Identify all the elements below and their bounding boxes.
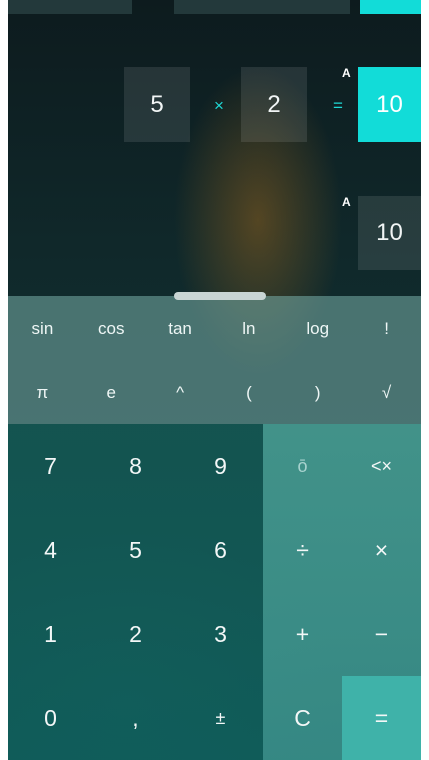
plus-key[interactable]: + [263,592,342,676]
digit-9-key[interactable]: 9 [178,424,263,508]
calculator-screen: 5 × 2 = A 10 A 10 sin cos tan ln log ! π… [8,0,421,760]
pi-key[interactable]: π [8,362,77,424]
current-result[interactable]: 10 [358,196,421,270]
backspace-key[interactable]: <× [342,424,421,508]
sqrt-key[interactable]: √ [352,362,421,424]
plus-minus-key[interactable]: ± [178,676,263,760]
factorial-key[interactable]: ! [352,298,421,360]
open-paren-key[interactable]: ( [214,362,283,424]
history-operator: × [214,96,224,115]
history-result[interactable]: 10 [358,67,421,142]
digit-3-key[interactable]: 3 [178,592,263,676]
history-operand-2[interactable]: 2 [241,67,307,142]
equals-key[interactable]: = [342,676,421,760]
function-panel: sin cos tan ln log ! π e ^ ( ) √ [8,296,421,424]
digit-7-key[interactable]: 7 [8,424,93,508]
digit-5-key[interactable]: 5 [93,508,178,592]
digit-0-key[interactable]: 0 [8,676,93,760]
tan-key[interactable]: tan [146,298,215,360]
e-key[interactable]: e [77,362,146,424]
multiply-key[interactable]: × [342,508,421,592]
operator-pad: ō <× ÷ × + − C = [263,424,421,760]
previous-history-cell [174,0,350,14]
ln-key[interactable]: ln [214,298,283,360]
number-pad: 7 8 9 4 5 6 1 2 3 0 , ± [8,424,263,760]
log-key[interactable]: log [283,298,352,360]
digit-4-key[interactable]: 4 [8,508,93,592]
panel-drag-handle[interactable] [174,292,266,300]
answer-tag: A [342,195,351,209]
previous-result-cell [360,0,421,14]
history-equals: = [333,96,343,115]
power-key[interactable]: ^ [146,362,215,424]
minus-key[interactable]: − [342,592,421,676]
digit-1-key[interactable]: 1 [8,592,93,676]
memory-key[interactable]: ō [263,424,342,508]
history-operand-1[interactable]: 5 [124,67,190,142]
digit-8-key[interactable]: 8 [93,424,178,508]
divide-key[interactable]: ÷ [263,508,342,592]
decimal-comma-key[interactable]: , [93,676,178,760]
keypad: 7 8 9 4 5 6 1 2 3 0 , ± ō <× ÷ × + − C = [8,424,421,760]
digit-2-key[interactable]: 2 [93,592,178,676]
clear-key[interactable]: C [263,676,342,760]
function-row-1: sin cos tan ln log ! [8,298,421,360]
sin-key[interactable]: sin [8,298,77,360]
function-row-2: π e ^ ( ) √ [8,362,421,424]
previous-history-cell [8,0,132,14]
digit-6-key[interactable]: 6 [178,508,263,592]
answer-tag: A [342,66,351,80]
close-paren-key[interactable]: ) [283,362,352,424]
cos-key[interactable]: cos [77,298,146,360]
